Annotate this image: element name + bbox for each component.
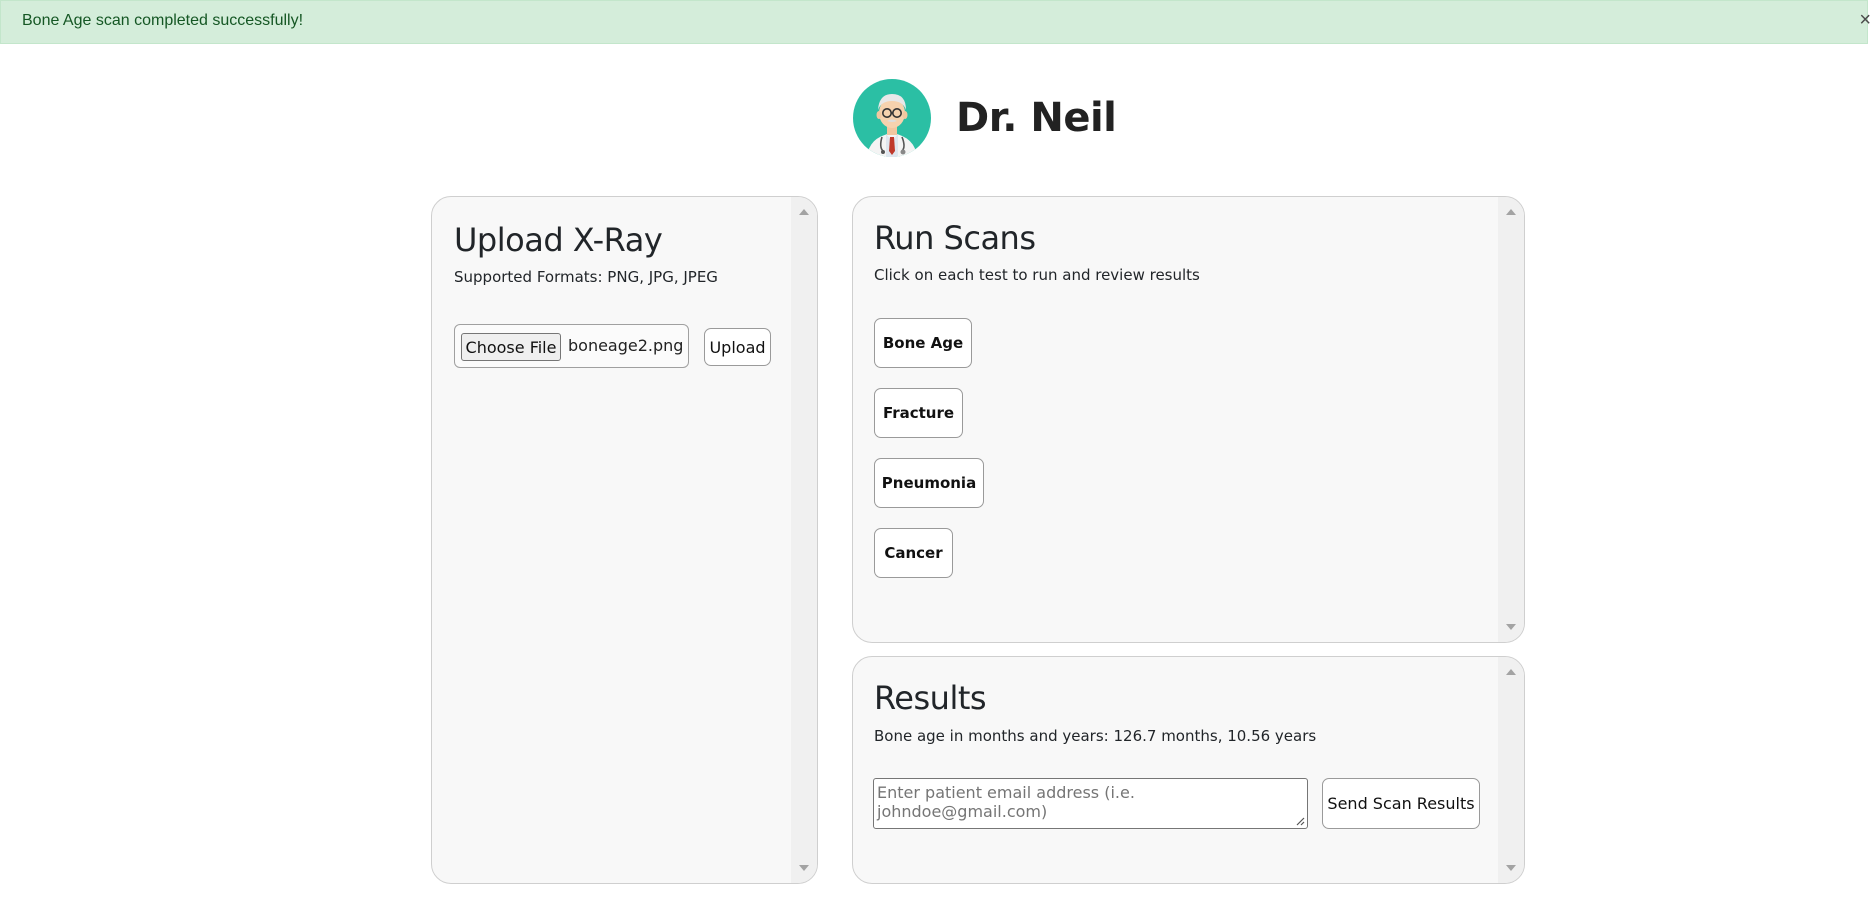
alert-message: Bone Age scan completed successfully! (22, 12, 304, 29)
scroll-down-icon[interactable] (799, 865, 809, 871)
send-scan-results-button[interactable]: Send Scan Results (1322, 778, 1480, 829)
bone-age-button[interactable]: Bone Age (874, 318, 972, 368)
doctor-avatar-icon (853, 79, 931, 157)
results-panel: Results Bone age in months and years: 12… (852, 656, 1525, 884)
page-header: Dr. Neil (853, 79, 1117, 157)
email-placeholder: Enter patient email address (i.e. johndo… (877, 783, 1135, 821)
scroll-down-icon[interactable] (1506, 624, 1516, 630)
supported-formats: Supported Formats: PNG, JPG, JPEG (454, 268, 718, 286)
upload-button[interactable]: Upload (704, 328, 771, 366)
results-title: Results (874, 679, 987, 717)
upload-panel-scrollbar[interactable] (791, 197, 817, 883)
file-input[interactable]: Choose File boneage2.png (454, 324, 689, 368)
choose-file-button[interactable]: Choose File (461, 333, 561, 361)
upload-title: Upload X-Ray (454, 221, 663, 259)
scroll-down-icon[interactable] (1506, 865, 1516, 871)
selected-file-name: boneage2.png (568, 336, 684, 355)
run-scans-title: Run Scans (874, 219, 1036, 257)
close-icon[interactable]: × (1859, 9, 1870, 32)
success-alert: Bone Age scan completed successfully! × (0, 0, 1870, 44)
scroll-up-icon[interactable] (1506, 669, 1516, 675)
fracture-button[interactable]: Fracture (874, 388, 963, 438)
resize-grip-icon[interactable] (1295, 816, 1305, 826)
cancer-button[interactable]: Cancer (874, 528, 953, 578)
run-scans-panel: Run Scans Click on each test to run and … (852, 196, 1525, 643)
scroll-up-icon[interactable] (799, 209, 809, 215)
pneumonia-button[interactable]: Pneumonia (874, 458, 984, 508)
upload-panel: Upload X-Ray Supported Formats: PNG, JPG… (431, 196, 818, 884)
run-scans-scrollbar[interactable] (1498, 197, 1524, 642)
results-text: Bone age in months and years: 126.7 mont… (874, 727, 1317, 745)
patient-email-field[interactable]: Enter patient email address (i.e. johndo… (873, 778, 1308, 829)
doctor-name: Dr. Neil (956, 95, 1117, 141)
results-scrollbar[interactable] (1498, 657, 1524, 883)
run-scans-subtitle: Click on each test to run and review res… (874, 266, 1200, 284)
scroll-up-icon[interactable] (1506, 209, 1516, 215)
